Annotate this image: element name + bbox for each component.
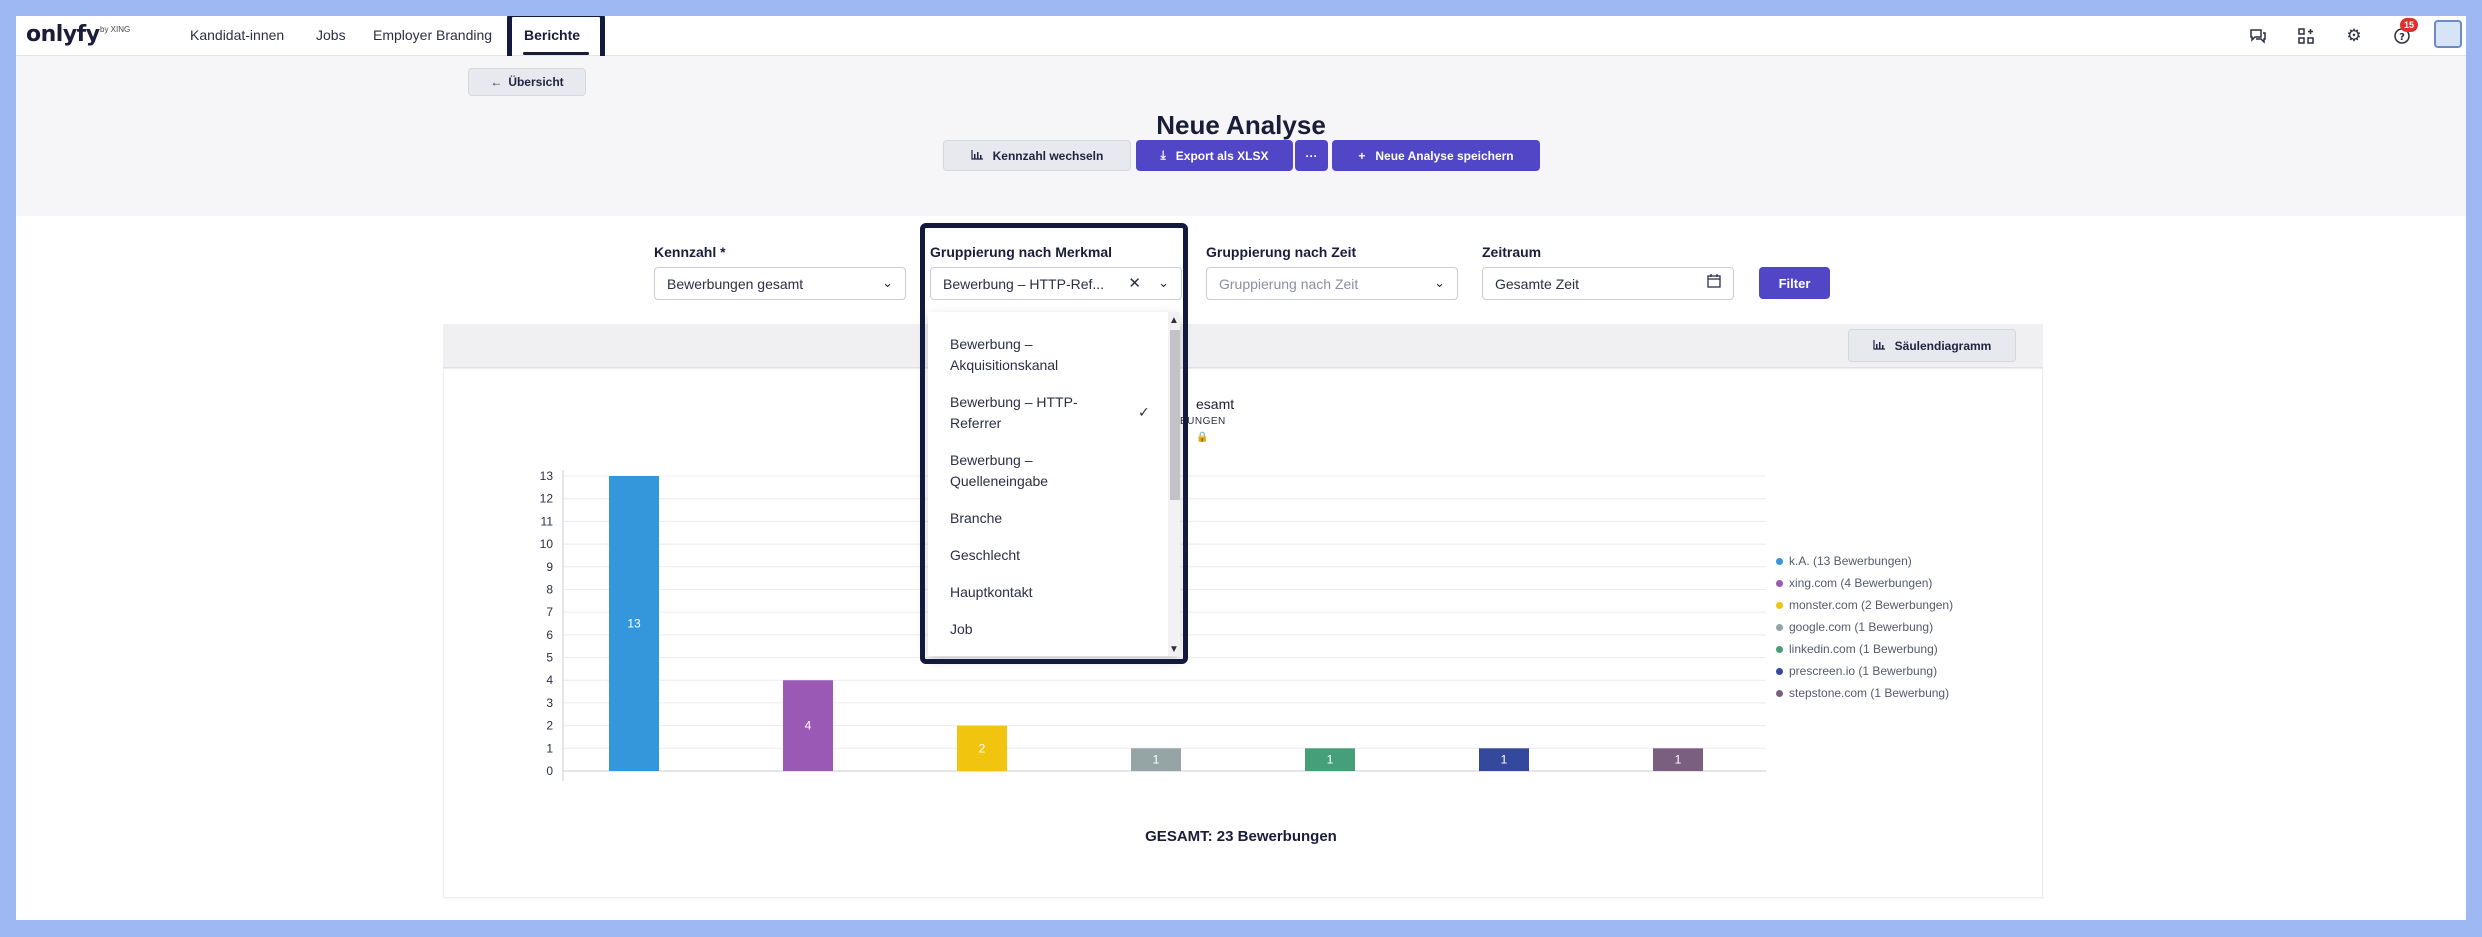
bar-value-label: 1: [1501, 753, 1508, 767]
dropdown-scroll-thumb[interactable]: [1170, 330, 1180, 500]
legend-dot: [1776, 557, 1783, 565]
legend-label: k.A. (13 Bewerbungen): [1789, 554, 1912, 568]
legend-item[interactable]: google.com (1 Bewerbung): [1776, 616, 1953, 638]
dropdown-option-label: Branche: [950, 510, 1003, 526]
dropdown-option[interactable]: Branche: [928, 508, 1164, 529]
group-feature-dropdown: Bewerbung – Akquisitionskanal Bewerbung – …: [928, 312, 1180, 656]
y-tick-label: 0: [546, 764, 553, 778]
bar-value-label: 13: [627, 617, 641, 631]
dropdown-option[interactable]: Bewerbung – HTTP- Referrer ✓: [928, 392, 1164, 434]
legend-label: stepstone.com (1 Bewerbung): [1789, 686, 1950, 700]
bar-value-label: 1: [1327, 753, 1334, 767]
scroll-down-icon[interactable]: ▼: [1169, 644, 1179, 655]
y-tick-label: 2: [546, 719, 553, 733]
legend-item[interactable]: stepstone.com (1 Bewerbung): [1776, 682, 1953, 704]
y-tick-label: 1: [546, 741, 553, 755]
legend-dot: [1776, 689, 1783, 697]
bar-value-label: 2: [979, 741, 986, 755]
legend-label: google.com (1 Bewerbung): [1789, 620, 1934, 634]
dropdown-option-label: Bewerbung – HTTP-: [950, 394, 1078, 410]
legend-dot: [1776, 667, 1783, 675]
checkmark-icon: ✓: [1138, 404, 1150, 420]
y-tick-label: 4: [546, 673, 553, 687]
dropdown-option-label: Job: [950, 621, 973, 637]
y-tick-label: 11: [541, 514, 554, 528]
y-tick-label: 12: [540, 492, 554, 506]
y-tick-label: 6: [546, 628, 553, 642]
dropdown-option-label-line2: Akquisitionskanal: [950, 357, 1059, 373]
bar-value-label: 1: [1153, 753, 1160, 767]
y-tick-label: 8: [546, 582, 553, 596]
dropdown-option-label: Bewerbung –: [950, 452, 1033, 468]
y-tick-label: 5: [546, 651, 553, 665]
legend-item[interactable]: xing.com (4 Bewerbungen): [1776, 572, 1953, 594]
dropdown-option[interactable]: Hauptkontakt: [928, 582, 1164, 603]
dropdown-option[interactable]: Job: [928, 619, 1164, 640]
legend-item[interactable]: prescreen.io (1 Bewerbung): [1776, 660, 1953, 682]
legend-item[interactable]: linkedin.com (1 Bewerbung): [1776, 638, 1953, 660]
legend-dot: [1776, 579, 1783, 587]
y-tick-label: 13: [540, 469, 554, 483]
legend-label: monster.com (2 Bewerbungen): [1789, 598, 1954, 612]
app-frame: onlyfy by XING Kandidat-innen Jobs Emplo…: [16, 16, 2466, 920]
bar-value-label: 4: [805, 719, 812, 733]
legend-dot: [1776, 601, 1783, 609]
scroll-up-icon[interactable]: ▲: [1169, 315, 1179, 326]
legend-label: linkedin.com (1 Bewerbung): [1789, 642, 1938, 656]
chart-legend: k.A. (13 Bewerbungen) xing.com (4 Bewerbu…: [1776, 550, 1953, 704]
y-tick-label: 7: [546, 605, 553, 619]
dropdown-option-label: Bewerbung –: [950, 336, 1033, 352]
legend-label: xing.com (4 Bewerbungen): [1789, 576, 1933, 590]
y-tick-label: 9: [546, 560, 553, 574]
bar-chart: 01234567891011121313421 1 1 1: [540, 469, 1766, 781]
y-tick-label: 3: [546, 696, 553, 710]
legend-dot: [1776, 645, 1783, 653]
legend-dot: [1776, 623, 1783, 631]
legend-label: prescreen.io (1 Bewerbung): [1789, 664, 1938, 678]
y-tick-label: 10: [540, 537, 554, 551]
dropdown-option[interactable]: Bewerbung – Akquisitionskanal: [928, 334, 1164, 376]
bar-value-label: 1: [1675, 753, 1682, 767]
legend-item[interactable]: monster.com (2 Bewerbungen): [1776, 594, 1953, 616]
dropdown-option[interactable]: Geschlecht: [928, 545, 1164, 566]
dropdown-option[interactable]: Bewerbung – Quelleneingabe: [928, 450, 1164, 492]
chart-total: GESAMT: 23 Bewerbungen: [1145, 828, 1337, 845]
dropdown-option-label-line2: Quelleneingabe: [950, 473, 1049, 489]
legend-item[interactable]: k.A. (13 Bewerbungen): [1776, 550, 1953, 572]
dropdown-option-label: Hauptkontakt: [950, 584, 1033, 600]
dropdown-option-label-line2: Referrer: [950, 415, 1002, 431]
dropdown-option-label: Geschlecht: [950, 547, 1021, 563]
